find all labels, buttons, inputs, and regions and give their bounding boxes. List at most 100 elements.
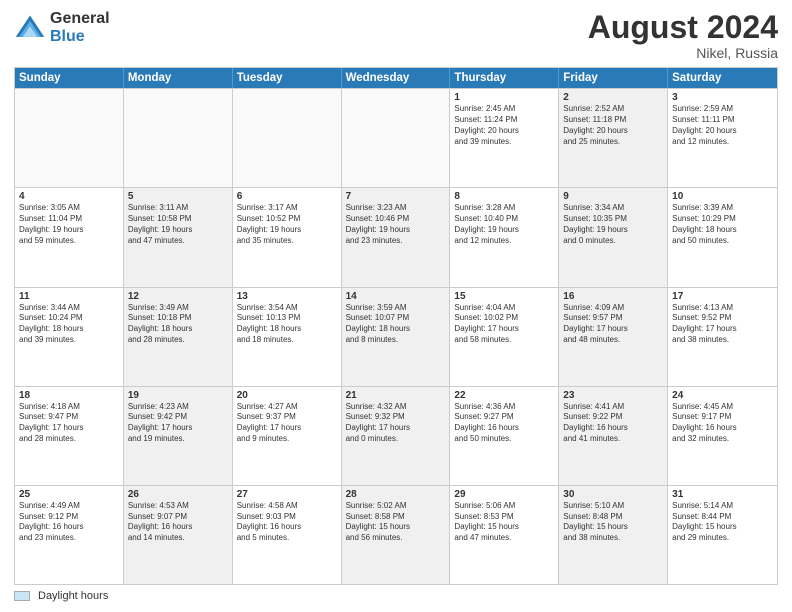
calendar-cell: 10Sunrise: 3:39 AM Sunset: 10:29 PM Dayl… [668, 188, 777, 286]
day-number: 10 [672, 191, 773, 202]
day-info: Sunrise: 4:32 AM Sunset: 9:32 PM Dayligh… [346, 402, 446, 445]
day-number: 17 [672, 291, 773, 302]
day-number: 24 [672, 390, 773, 401]
day-info: Sunrise: 2:52 AM Sunset: 11:18 PM Daylig… [563, 104, 663, 147]
day-info: Sunrise: 3:59 AM Sunset: 10:07 PM Daylig… [346, 303, 446, 346]
day-info: Sunrise: 4:45 AM Sunset: 9:17 PM Dayligh… [672, 402, 773, 445]
day-info: Sunrise: 4:49 AM Sunset: 9:12 PM Dayligh… [19, 501, 119, 544]
day-number: 4 [19, 191, 119, 202]
header: General Blue August 2024 Nikel, Russia [14, 10, 778, 61]
day-info: Sunrise: 3:54 AM Sunset: 10:13 PM Daylig… [237, 303, 337, 346]
day-number: 3 [672, 92, 773, 103]
day-number: 15 [454, 291, 554, 302]
calendar-row: 18Sunrise: 4:18 AM Sunset: 9:47 PM Dayli… [15, 386, 777, 485]
day-info: Sunrise: 2:45 AM Sunset: 11:24 PM Daylig… [454, 104, 554, 147]
day-info: Sunrise: 4:23 AM Sunset: 9:42 PM Dayligh… [128, 402, 228, 445]
day-number: 31 [672, 489, 773, 500]
calendar-row: 25Sunrise: 4:49 AM Sunset: 9:12 PM Dayli… [15, 485, 777, 584]
page: General Blue August 2024 Nikel, Russia S… [0, 0, 792, 612]
day-number: 1 [454, 92, 554, 103]
day-info: Sunrise: 5:14 AM Sunset: 8:44 PM Dayligh… [672, 501, 773, 544]
calendar-cell: 1Sunrise: 2:45 AM Sunset: 11:24 PM Dayli… [450, 89, 559, 187]
day-number: 5 [128, 191, 228, 202]
day-info: Sunrise: 2:59 AM Sunset: 11:11 PM Daylig… [672, 104, 773, 147]
logo-text: General Blue [50, 10, 110, 45]
calendar-cell: 28Sunrise: 5:02 AM Sunset: 8:58 PM Dayli… [342, 486, 451, 584]
calendar-cell: 8Sunrise: 3:28 AM Sunset: 10:40 PM Dayli… [450, 188, 559, 286]
calendar-cell: 29Sunrise: 5:06 AM Sunset: 8:53 PM Dayli… [450, 486, 559, 584]
day-info: Sunrise: 4:18 AM Sunset: 9:47 PM Dayligh… [19, 402, 119, 445]
day-info: Sunrise: 5:02 AM Sunset: 8:58 PM Dayligh… [346, 501, 446, 544]
day-number: 19 [128, 390, 228, 401]
day-number: 6 [237, 191, 337, 202]
calendar-cell: 30Sunrise: 5:10 AM Sunset: 8:48 PM Dayli… [559, 486, 668, 584]
calendar-cell: 22Sunrise: 4:36 AM Sunset: 9:27 PM Dayli… [450, 387, 559, 485]
calendar-cell: 25Sunrise: 4:49 AM Sunset: 9:12 PM Dayli… [15, 486, 124, 584]
calendar-cell: 7Sunrise: 3:23 AM Sunset: 10:46 PM Dayli… [342, 188, 451, 286]
day-info: Sunrise: 5:10 AM Sunset: 8:48 PM Dayligh… [563, 501, 663, 544]
calendar-row: 1Sunrise: 2:45 AM Sunset: 11:24 PM Dayli… [15, 88, 777, 187]
day-info: Sunrise: 3:17 AM Sunset: 10:52 PM Daylig… [237, 203, 337, 246]
day-number: 27 [237, 489, 337, 500]
calendar-header-cell: Wednesday [342, 68, 451, 88]
main-title: August 2024 [588, 10, 778, 45]
calendar-cell: 26Sunrise: 4:53 AM Sunset: 9:07 PM Dayli… [124, 486, 233, 584]
day-number: 23 [563, 390, 663, 401]
calendar-cell: 16Sunrise: 4:09 AM Sunset: 9:57 PM Dayli… [559, 288, 668, 386]
calendar-cell: 20Sunrise: 4:27 AM Sunset: 9:37 PM Dayli… [233, 387, 342, 485]
calendar-cell: 15Sunrise: 4:04 AM Sunset: 10:02 PM Dayl… [450, 288, 559, 386]
calendar-cell: 13Sunrise: 3:54 AM Sunset: 10:13 PM Dayl… [233, 288, 342, 386]
day-info: Sunrise: 3:11 AM Sunset: 10:58 PM Daylig… [128, 203, 228, 246]
day-number: 28 [346, 489, 446, 500]
calendar: SundayMondayTuesdayWednesdayThursdayFrid… [14, 67, 778, 585]
calendar-cell: 31Sunrise: 5:14 AM Sunset: 8:44 PM Dayli… [668, 486, 777, 584]
calendar-cell: 4Sunrise: 3:05 AM Sunset: 11:04 PM Dayli… [15, 188, 124, 286]
calendar-cell: 3Sunrise: 2:59 AM Sunset: 11:11 PM Dayli… [668, 89, 777, 187]
day-info: Sunrise: 3:44 AM Sunset: 10:24 PM Daylig… [19, 303, 119, 346]
day-info: Sunrise: 4:58 AM Sunset: 9:03 PM Dayligh… [237, 501, 337, 544]
calendar-cell: 19Sunrise: 4:23 AM Sunset: 9:42 PM Dayli… [124, 387, 233, 485]
day-info: Sunrise: 3:34 AM Sunset: 10:35 PM Daylig… [563, 203, 663, 246]
day-number: 25 [19, 489, 119, 500]
day-info: Sunrise: 4:53 AM Sunset: 9:07 PM Dayligh… [128, 501, 228, 544]
calendar-cell: 14Sunrise: 3:59 AM Sunset: 10:07 PM Dayl… [342, 288, 451, 386]
day-number: 12 [128, 291, 228, 302]
calendar-cell: 6Sunrise: 3:17 AM Sunset: 10:52 PM Dayli… [233, 188, 342, 286]
day-number: 30 [563, 489, 663, 500]
day-number: 8 [454, 191, 554, 202]
calendar-header-cell: Sunday [15, 68, 124, 88]
subtitle: Nikel, Russia [588, 45, 778, 61]
logo: General Blue [14, 10, 110, 45]
calendar-cell: 5Sunrise: 3:11 AM Sunset: 10:58 PM Dayli… [124, 188, 233, 286]
day-number: 9 [563, 191, 663, 202]
day-info: Sunrise: 3:05 AM Sunset: 11:04 PM Daylig… [19, 203, 119, 246]
calendar-cell [15, 89, 124, 187]
calendar-cell: 24Sunrise: 4:45 AM Sunset: 9:17 PM Dayli… [668, 387, 777, 485]
calendar-cell: 23Sunrise: 4:41 AM Sunset: 9:22 PM Dayli… [559, 387, 668, 485]
day-info: Sunrise: 4:13 AM Sunset: 9:52 PM Dayligh… [672, 303, 773, 346]
calendar-header-cell: Saturday [668, 68, 777, 88]
day-number: 26 [128, 489, 228, 500]
calendar-row: 4Sunrise: 3:05 AM Sunset: 11:04 PM Dayli… [15, 187, 777, 286]
day-info: Sunrise: 4:41 AM Sunset: 9:22 PM Dayligh… [563, 402, 663, 445]
day-info: Sunrise: 3:23 AM Sunset: 10:46 PM Daylig… [346, 203, 446, 246]
calendar-cell [233, 89, 342, 187]
day-info: Sunrise: 4:27 AM Sunset: 9:37 PM Dayligh… [237, 402, 337, 445]
day-number: 20 [237, 390, 337, 401]
day-number: 14 [346, 291, 446, 302]
logo-general-text: General [50, 10, 110, 28]
calendar-cell: 11Sunrise: 3:44 AM Sunset: 10:24 PM Dayl… [15, 288, 124, 386]
day-number: 2 [563, 92, 663, 103]
day-number: 22 [454, 390, 554, 401]
calendar-header-cell: Tuesday [233, 68, 342, 88]
day-number: 11 [19, 291, 119, 302]
calendar-cell: 18Sunrise: 4:18 AM Sunset: 9:47 PM Dayli… [15, 387, 124, 485]
calendar-header-cell: Friday [559, 68, 668, 88]
day-number: 7 [346, 191, 446, 202]
calendar-cell: 2Sunrise: 2:52 AM Sunset: 11:18 PM Dayli… [559, 89, 668, 187]
logo-icon [14, 12, 46, 44]
calendar-body: 1Sunrise: 2:45 AM Sunset: 11:24 PM Dayli… [15, 88, 777, 584]
calendar-header-cell: Thursday [450, 68, 559, 88]
calendar-header: SundayMondayTuesdayWednesdayThursdayFrid… [15, 68, 777, 88]
day-number: 21 [346, 390, 446, 401]
